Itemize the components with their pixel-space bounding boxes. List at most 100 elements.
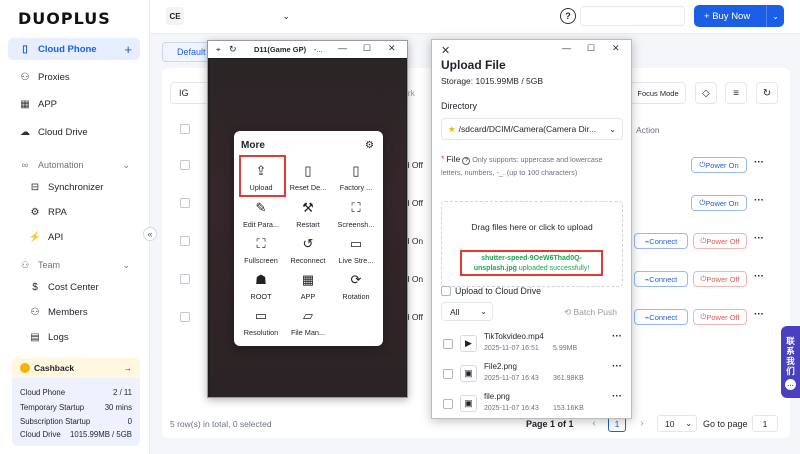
- page-size-select[interactable]: 10 ⌄: [657, 415, 697, 432]
- power-off-button[interactable]: ⏻ Power Off: [693, 271, 747, 287]
- file-checkbox[interactable]: [443, 399, 453, 409]
- row-checkbox[interactable]: [180, 312, 190, 322]
- row-more-icon[interactable]: ···: [754, 233, 764, 244]
- row-more-icon[interactable]: ···: [754, 271, 764, 282]
- more-resolution[interactable]: ▭ Resolution: [237, 307, 285, 337]
- more-item-label: Live Stre...: [338, 256, 374, 265]
- more-screenshot[interactable]: ⛶ Screensh...: [332, 199, 380, 229]
- tab-default[interactable]: Default: [162, 42, 212, 62]
- power-on-button[interactable]: ⏻ Power On: [691, 157, 747, 173]
- chevron-down-icon[interactable]: ⌄: [767, 12, 784, 21]
- more-item-label: Restart: [296, 220, 320, 229]
- settings-sliders-icon[interactable]: ≡: [725, 82, 747, 104]
- file-filter-select[interactable]: All ⌄: [441, 302, 493, 321]
- filter-select[interactable]: IG: [170, 82, 210, 104]
- more-root[interactable]: ☗ ROOT: [237, 271, 285, 301]
- power-on-button[interactable]: ⏻ Power On: [691, 195, 747, 211]
- file-checkbox[interactable]: [443, 369, 453, 379]
- nav-rpa[interactable]: ⚙ RPA: [28, 202, 140, 222]
- gear-icon[interactable]: ⚙: [365, 140, 374, 151]
- button-label: Connect: [649, 236, 678, 246]
- row-more-icon[interactable]: ···: [754, 309, 764, 320]
- file-list-item[interactable]: ▣ File2.png 2025-11-07 16:43 361.98KB ··…: [441, 361, 625, 389]
- add-phone-icon[interactable]: +: [124, 42, 132, 57]
- cashback-banner[interactable]: Cashback →: [12, 358, 140, 378]
- file-checkbox[interactable]: [443, 339, 453, 349]
- goto-page-input[interactable]: 1: [752, 415, 778, 432]
- button-label: Power Off: [706, 274, 740, 284]
- button-label: Connect: [649, 274, 678, 284]
- more-rotation[interactable]: ⟳ Rotation: [332, 271, 380, 301]
- nav-app[interactable]: ▦ APP: [8, 93, 140, 115]
- row-checkbox[interactable]: [180, 198, 190, 208]
- more-live-stream[interactable]: ▭ Live Stre...: [332, 235, 380, 265]
- power-off-button[interactable]: ⏻ Power Off: [693, 233, 747, 249]
- buy-now-button[interactable]: + Buy Now ⌄: [694, 5, 784, 27]
- row-checkbox[interactable]: [180, 274, 190, 284]
- power-off-button[interactable]: ⏻ Power Off: [693, 309, 747, 325]
- nav-group-team[interactable]: ⚇ Team ⌄: [8, 255, 140, 275]
- nav-synchronizer[interactable]: ⊟ Synchronizer: [28, 177, 140, 197]
- upload-to-cloud-option[interactable]: Upload to Cloud Drive: [441, 286, 541, 296]
- more-app[interactable]: ▦ APP: [284, 271, 332, 301]
- more-factory-reset[interactable]: ▯ Factory ...: [332, 162, 380, 192]
- maximize-icon[interactable]: ☐: [363, 43, 371, 54]
- nav-cost-center[interactable]: $ Cost Center: [28, 277, 140, 297]
- workspace-select[interactable]: CE ⌄: [166, 6, 296, 26]
- more-edit-params[interactable]: ✎ Edit Para...: [237, 199, 285, 229]
- nav-members[interactable]: ⚇ Members: [28, 302, 140, 322]
- minimize-icon[interactable]: —: [338, 43, 347, 53]
- file-list-item[interactable]: ▣ file.png 2025-11-07 16:43 153.16KB ···: [441, 391, 625, 419]
- directory-select[interactable]: ★ /sdcard/DCIM/Camera(Camera Dir... ⌄: [441, 118, 623, 140]
- top-select[interactable]: [580, 6, 685, 26]
- connect-button[interactable]: ⌁ Connect: [634, 233, 688, 249]
- maximize-icon[interactable]: ☐: [587, 43, 595, 54]
- more-restart[interactable]: ⚒ Restart: [284, 199, 332, 229]
- nav-logs[interactable]: ▤ Logs: [28, 327, 140, 347]
- file-list-item[interactable]: ▶ TikTokvideo.mp4 2025-11-07 16:51 5.99M…: [441, 331, 625, 359]
- collapse-sidebar-icon[interactable]: «: [143, 227, 157, 241]
- close-window-icon[interactable]: ✕: [612, 43, 620, 54]
- file-more-icon[interactable]: ···: [612, 391, 622, 402]
- nav-cloud-phone[interactable]: ▯ Cloud Phone +: [8, 38, 140, 60]
- file-size: 153.16KB: [553, 405, 584, 412]
- file-name: File2.png: [484, 362, 517, 371]
- more-file-manager[interactable]: ▱ File Man...: [284, 307, 332, 337]
- contact-us-tab[interactable]: 联 系 我 们 …: [781, 326, 800, 398]
- refresh-icon[interactable]: ↻: [229, 44, 237, 55]
- more-fullscreen[interactable]: ⛶ Fullscreen: [237, 235, 285, 265]
- refresh-icon[interactable]: ↻: [756, 82, 778, 104]
- help-icon[interactable]: ?: [560, 8, 576, 24]
- row-checkbox[interactable]: [180, 236, 190, 246]
- more-reset-device[interactable]: ▯ Reset De...: [284, 162, 332, 192]
- row-checkbox[interactable]: [180, 160, 190, 170]
- batch-push-button[interactable]: ⟲ Batch Push: [564, 307, 617, 318]
- select-all-checkbox[interactable]: [180, 124, 190, 134]
- focus-mode-button[interactable]: Focus Mode: [630, 82, 686, 104]
- more-reconnect[interactable]: ↺ Reconnect: [284, 235, 332, 265]
- row-more-icon[interactable]: ···: [754, 157, 764, 168]
- close-icon[interactable]: ✕: [388, 43, 396, 54]
- tag-icon[interactable]: ◇: [695, 82, 717, 104]
- file-size: 361.98KB: [553, 375, 584, 382]
- contact-char: 我: [786, 356, 795, 366]
- nav-proxies[interactable]: ⚇ Proxies: [8, 66, 140, 88]
- nav-label: Cloud Phone: [38, 43, 97, 55]
- file-more-icon[interactable]: ···: [612, 331, 622, 342]
- close-icon[interactable]: ✕: [441, 44, 450, 57]
- logs-icon: ▤: [30, 331, 40, 343]
- nav-cloud-drive[interactable]: ☁ Cloud Drive: [8, 121, 140, 143]
- usage-label: Cloud Phone: [20, 388, 66, 397]
- nav-group-automation[interactable]: ∞ Automation ⌄: [8, 155, 140, 175]
- pin-icon[interactable]: ⌖: [216, 45, 221, 55]
- connect-button[interactable]: ⌁ Connect: [634, 271, 688, 287]
- nav-api[interactable]: ⚡ API: [28, 227, 140, 247]
- more-item-label: Edit Para...: [242, 220, 280, 229]
- row-count: 5 row(s) in total, 0 selected: [170, 419, 272, 429]
- file-more-icon[interactable]: ···: [612, 361, 622, 372]
- minimize-icon[interactable]: —: [562, 43, 571, 53]
- next-page-icon[interactable]: ›: [634, 415, 650, 431]
- connect-button[interactable]: ⌁ Connect: [634, 309, 688, 325]
- upload-to-cloud-checkbox[interactable]: [441, 286, 451, 296]
- row-more-icon[interactable]: ···: [754, 195, 764, 206]
